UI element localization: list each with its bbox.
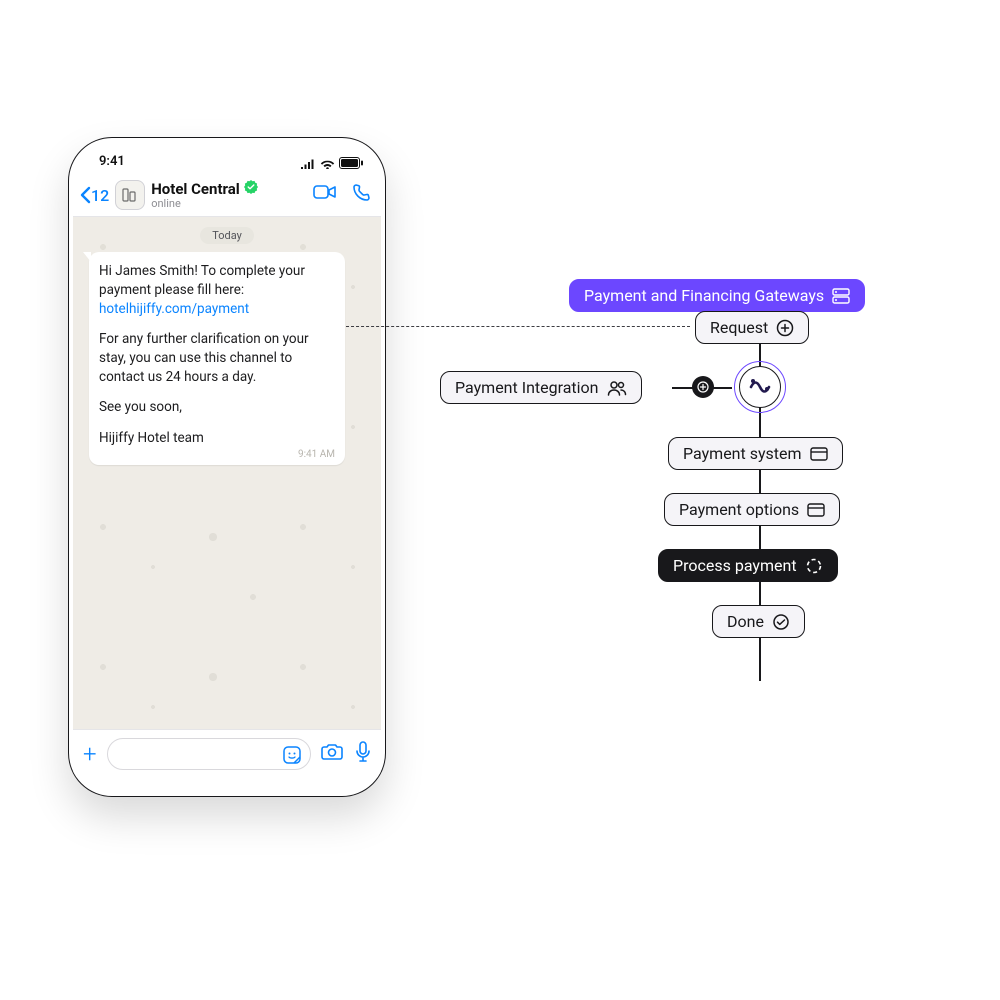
message-input[interactable] <box>107 738 311 770</box>
message-signature: Hijiffy Hotel team <box>99 429 335 448</box>
add-badge-icon[interactable] <box>692 376 714 398</box>
node-label: Payment options <box>679 500 799 519</box>
node-label: Payment system <box>683 444 802 463</box>
chat-header: 12 Hotel Central online <box>73 176 381 217</box>
node-label: Payment and Financing Gateways <box>584 286 824 305</box>
server-icon <box>832 288 850 304</box>
contact-status: online <box>151 198 307 210</box>
contact-name: Hotel Central <box>151 181 240 198</box>
node-request[interactable]: Request <box>695 311 809 344</box>
signal-icon <box>300 158 316 173</box>
card-icon <box>810 447 828 461</box>
node-done[interactable]: Done <box>712 605 805 638</box>
node-process-payment[interactable]: Process payment <box>658 549 838 582</box>
plus-circle-icon <box>776 319 794 337</box>
video-call-button[interactable] <box>313 183 337 207</box>
battery-icon <box>339 157 363 173</box>
message-greeting: Hi James Smith! To complete your payment… <box>99 263 305 298</box>
wave-icon <box>748 376 772 398</box>
day-pill: Today <box>200 227 254 244</box>
chat-body: Today Hi James Smith! To complete your p… <box>73 217 381 730</box>
wifi-icon <box>320 158 335 173</box>
message-closing: See you soon, <box>99 398 335 417</box>
integration-hub[interactable] <box>739 366 781 408</box>
node-payment-system[interactable]: Payment system <box>668 437 843 470</box>
node-label: Payment Integration <box>455 378 599 397</box>
chat-input-bar: + <box>73 730 381 778</box>
node-payment-integration[interactable]: Payment Integration <box>440 371 642 404</box>
verified-badge-icon <box>244 180 258 198</box>
message-time: 9:41 AM <box>298 448 335 462</box>
message-bubble: Hi James Smith! To complete your payment… <box>89 252 345 465</box>
contact-avatar[interactable] <box>115 180 145 210</box>
node-payment-options[interactable]: Payment options <box>664 493 840 526</box>
flow-diagram: Payment and Financing Gateways Request P… <box>430 273 970 693</box>
attach-button[interactable]: + <box>83 742 97 766</box>
card-icon <box>807 503 825 517</box>
status-time: 9:41 <box>73 154 125 176</box>
message-body: For any further clarification on your st… <box>99 330 335 386</box>
mic-button[interactable] <box>355 741 371 767</box>
connector-dashed-line <box>341 326 690 327</box>
phone-notch <box>157 142 297 170</box>
node-label: Request <box>710 318 768 337</box>
sticker-icon[interactable] <box>282 745 302 769</box>
users-icon <box>607 380 627 396</box>
voice-call-button[interactable] <box>351 183 371 207</box>
phone-mockup: 9:41 12 <box>68 137 386 797</box>
node-label: Done <box>727 612 764 631</box>
check-circle-icon <box>772 613 790 631</box>
back-button[interactable]: 12 <box>79 186 109 205</box>
chevron-left-icon <box>79 186 91 204</box>
payment-link[interactable]: hotelhijiffy.com/payment <box>99 301 249 317</box>
camera-button[interactable] <box>321 741 343 767</box>
node-gateways-header[interactable]: Payment and Financing Gateways <box>569 279 865 312</box>
back-count: 12 <box>91 186 109 205</box>
dashed-circle-icon <box>805 557 823 575</box>
node-label: Process payment <box>673 556 797 575</box>
